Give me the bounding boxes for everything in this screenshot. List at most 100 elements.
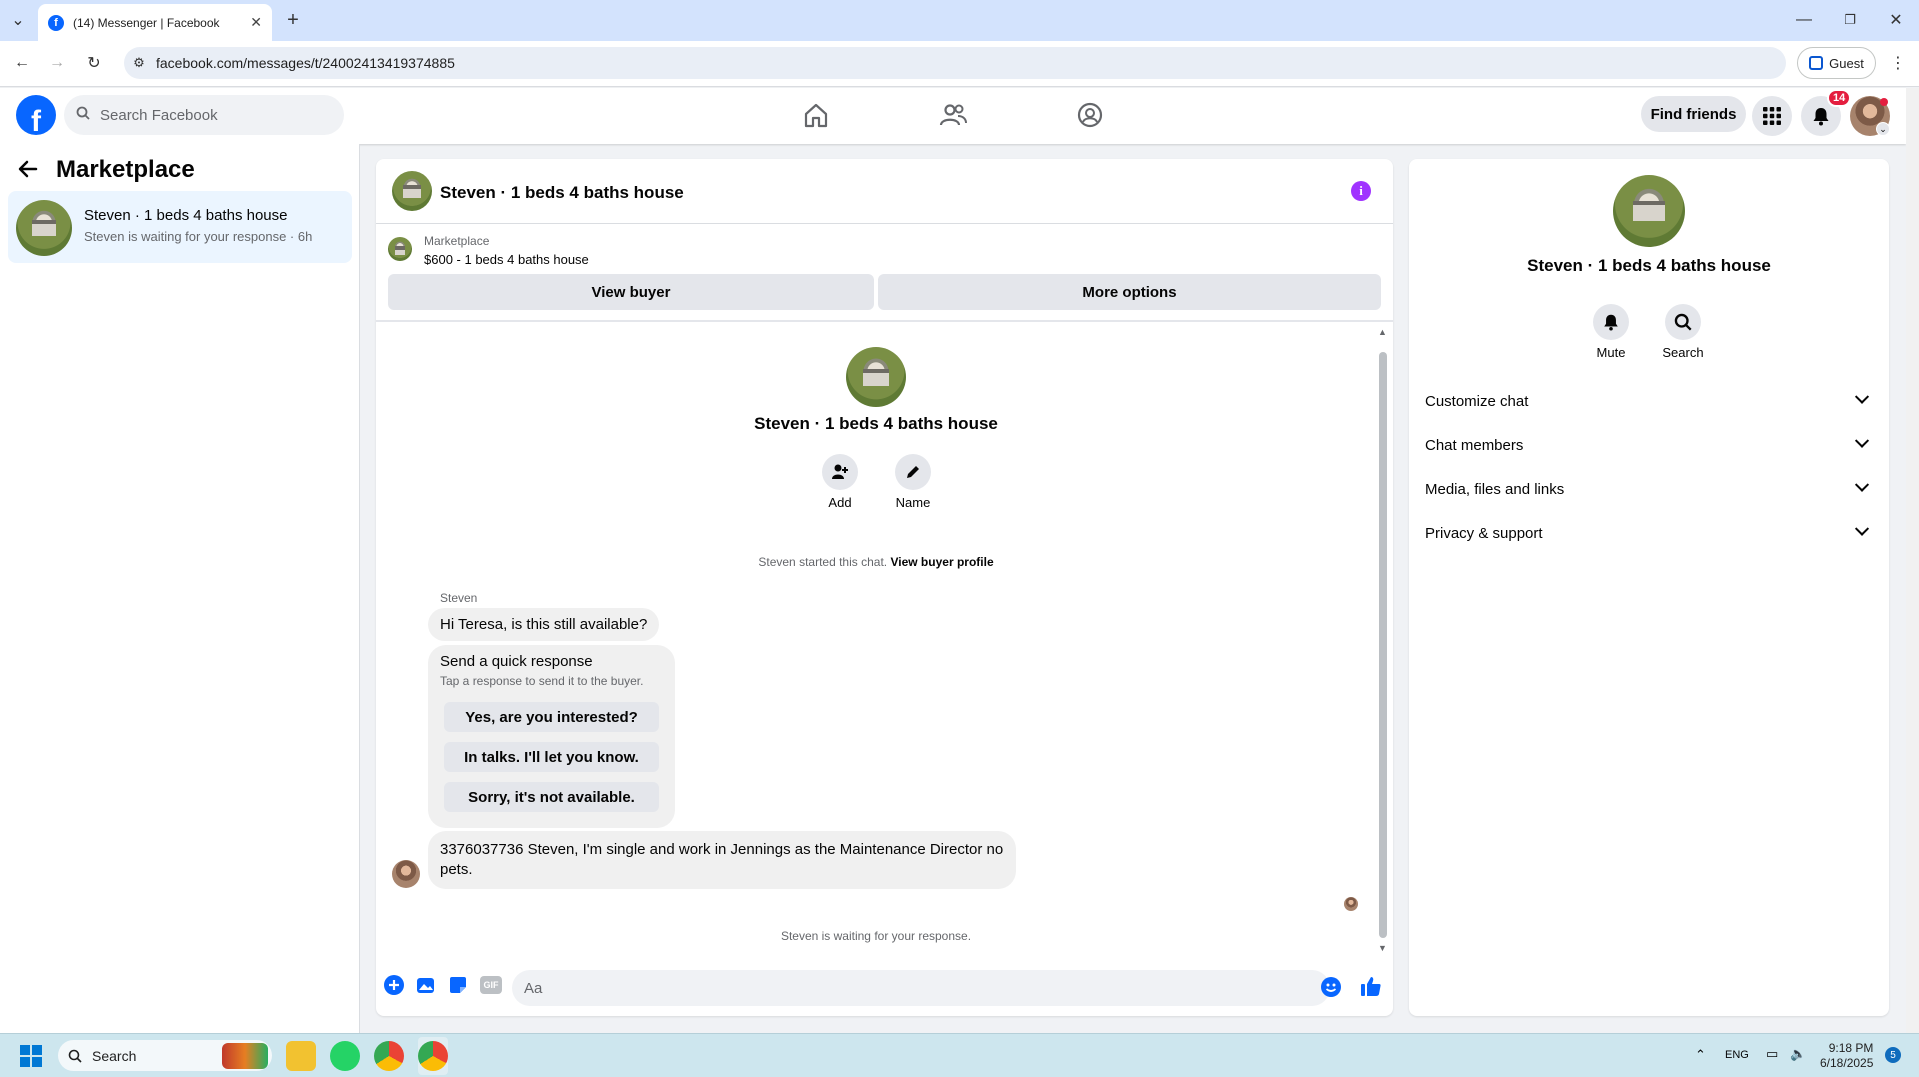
clock-time: 9:18 PM [1828, 1041, 1874, 1055]
site-info-icon[interactable]: ⚙ [130, 53, 148, 73]
gif-icon[interactable]: GIF [480, 976, 502, 994]
add-person-button[interactable] [822, 454, 858, 490]
page-scrollbar[interactable] [1906, 88, 1919, 1033]
address-bar[interactable]: facebook.com/messages/t/2400241341937488… [124, 47, 1786, 79]
name-label: Name [895, 495, 931, 510]
windows-start-icon[interactable] [20, 1045, 42, 1067]
chevron-down-icon [1854, 433, 1870, 448]
clock[interactable]: 9:18 PM 6/18/2025 [1820, 1041, 1873, 1071]
add-label: Add [828, 495, 852, 510]
mute-label: Mute [1596, 345, 1626, 360]
emoji-icon[interactable] [1321, 977, 1341, 997]
message-bubble: 3376037736 Steven, I'm single and work i… [428, 831, 1016, 889]
plus-icon[interactable] [384, 975, 408, 999]
search-icon [1674, 313, 1692, 331]
browser-menu-icon[interactable]: ⋮ [1886, 51, 1910, 75]
chrome-profile-icon[interactable] [374, 1041, 404, 1071]
menu-grid-button[interactable] [1752, 96, 1792, 136]
sidebar-title: Marketplace [56, 156, 195, 183]
chat-members-section[interactable]: Chat members [1425, 433, 1873, 457]
language-indicator[interactable]: ENG [1725, 1049, 1749, 1061]
details-thumbnail [1613, 175, 1685, 247]
section-label: Customize chat [1425, 392, 1529, 410]
details-name: Steven · 1 beds 4 baths house [1527, 256, 1771, 275]
minimize-icon[interactable]: — [1792, 8, 1816, 32]
close-window-icon[interactable]: ✕ [1884, 8, 1908, 32]
back-icon[interactable]: ← [10, 51, 34, 75]
conversation-preview: Steven is waiting for your response · 6h [84, 229, 313, 244]
thumbs-up-icon[interactable] [1360, 975, 1382, 997]
info-icon[interactable]: i [1351, 181, 1371, 201]
waiting-note: Steven is waiting for your response. [780, 929, 972, 943]
conversation-name: Steven · 1 beds 4 baths house [84, 207, 288, 224]
home-nav-icon[interactable] [801, 100, 831, 130]
network-icon[interactable]: ▭ [1766, 1046, 1778, 1062]
chevron-down-icon[interactable]: ⌄ [1876, 122, 1890, 136]
facebook-search-input[interactable]: Search Facebook [64, 95, 344, 135]
read-receipt-avatar [1344, 897, 1358, 911]
forward-icon[interactable]: → [45, 51, 69, 75]
chat-scrollbar[interactable] [1379, 352, 1387, 938]
chat-header-thumbnail[interactable] [392, 171, 432, 211]
sticker-icon[interactable] [448, 975, 472, 999]
chat-center-name: Steven · 1 beds 4 baths house [754, 414, 998, 433]
media-files-links-section[interactable]: Media, files and links [1425, 477, 1873, 501]
divider [376, 320, 1393, 322]
left-sidebar [0, 144, 360, 1033]
divider [376, 223, 1393, 224]
listing-price[interactable]: $600 - 1 beds 4 baths house [424, 252, 589, 267]
chat-title[interactable]: Steven · 1 beds 4 baths house [440, 183, 684, 203]
find-friends-label: Find friends [1650, 105, 1737, 123]
browser-tab[interactable]: f (14) Messenger | Facebook ✕ [38, 4, 272, 41]
scroll-down-icon[interactable]: ▼ [1378, 943, 1387, 953]
view-buyer-profile-link[interactable]: View buyer profile [890, 555, 993, 569]
quick-reply-button[interactable]: Yes, are you interested? [444, 702, 659, 732]
file-explorer-icon[interactable] [286, 1041, 316, 1071]
clock-date: 6/18/2025 [1820, 1056, 1874, 1070]
volume-icon[interactable]: 🔈 [1790, 1046, 1806, 1062]
find-friends-button[interactable]: Find friends [1641, 96, 1746, 132]
guest-profile-button[interactable]: Guest [1797, 47, 1876, 79]
tab-title: (14) Messenger | Facebook [73, 15, 220, 30]
notification-badge: 14 [1827, 89, 1852, 107]
listing-thumbnail [16, 200, 72, 256]
friends-nav-icon[interactable] [938, 100, 968, 130]
chevron-down-icon [1854, 477, 1870, 492]
notification-count-badge[interactable]: 5 [1885, 1047, 1901, 1063]
add-person-icon [832, 464, 848, 479]
whatsapp-icon[interactable] [330, 1041, 360, 1071]
tab-search-icon[interactable]: ⌄ [6, 8, 30, 32]
quick-reply-button[interactable]: In talks. I'll let you know. [444, 742, 659, 772]
facebook-logo-icon[interactable]: f [16, 95, 56, 135]
quick-response-subtitle: Tap a response to send it to the buyer. [440, 674, 644, 688]
tab-close-icon[interactable]: ✕ [250, 14, 262, 31]
message-input[interactable]: Aa [512, 970, 1330, 1006]
view-buyer-label: View buyer [591, 283, 671, 301]
section-label: Chat members [1425, 436, 1524, 454]
new-tab-icon[interactable]: + [281, 8, 305, 32]
search-icon [76, 106, 90, 120]
reload-icon[interactable]: ↻ [82, 51, 106, 75]
bell-icon [1813, 108, 1829, 126]
sender-avatar[interactable] [392, 860, 420, 888]
photo-icon[interactable] [416, 975, 440, 999]
privacy-support-section[interactable]: Privacy & support [1425, 521, 1873, 545]
chat-started-note: Steven started this chat. View buyer pro… [376, 555, 1376, 569]
marketplace-thumbnail [388, 237, 412, 261]
search-icon [68, 1049, 82, 1063]
mute-button[interactable] [1593, 304, 1629, 340]
chrome-icon[interactable] [418, 1041, 448, 1071]
view-buyer-button[interactable]: View buyer [388, 274, 874, 310]
tray-chevron-up-icon[interactable]: ⌃ [1695, 1047, 1706, 1063]
restore-icon[interactable]: ❐ [1838, 8, 1862, 32]
quick-reply-button[interactable]: Sorry, it's not available. [444, 782, 659, 812]
account-dot-icon [1880, 98, 1888, 106]
back-arrow-icon[interactable] [18, 158, 38, 186]
customize-chat-section[interactable]: Customize chat [1425, 389, 1873, 413]
search-in-chat-button[interactable] [1665, 304, 1701, 340]
edit-name-button[interactable] [895, 454, 931, 490]
scroll-up-icon[interactable]: ▲ [1378, 327, 1387, 337]
groups-nav-icon[interactable] [1075, 100, 1105, 130]
more-options-button[interactable]: More options [878, 274, 1381, 310]
taskbar-search-label: Search [92, 1047, 137, 1064]
